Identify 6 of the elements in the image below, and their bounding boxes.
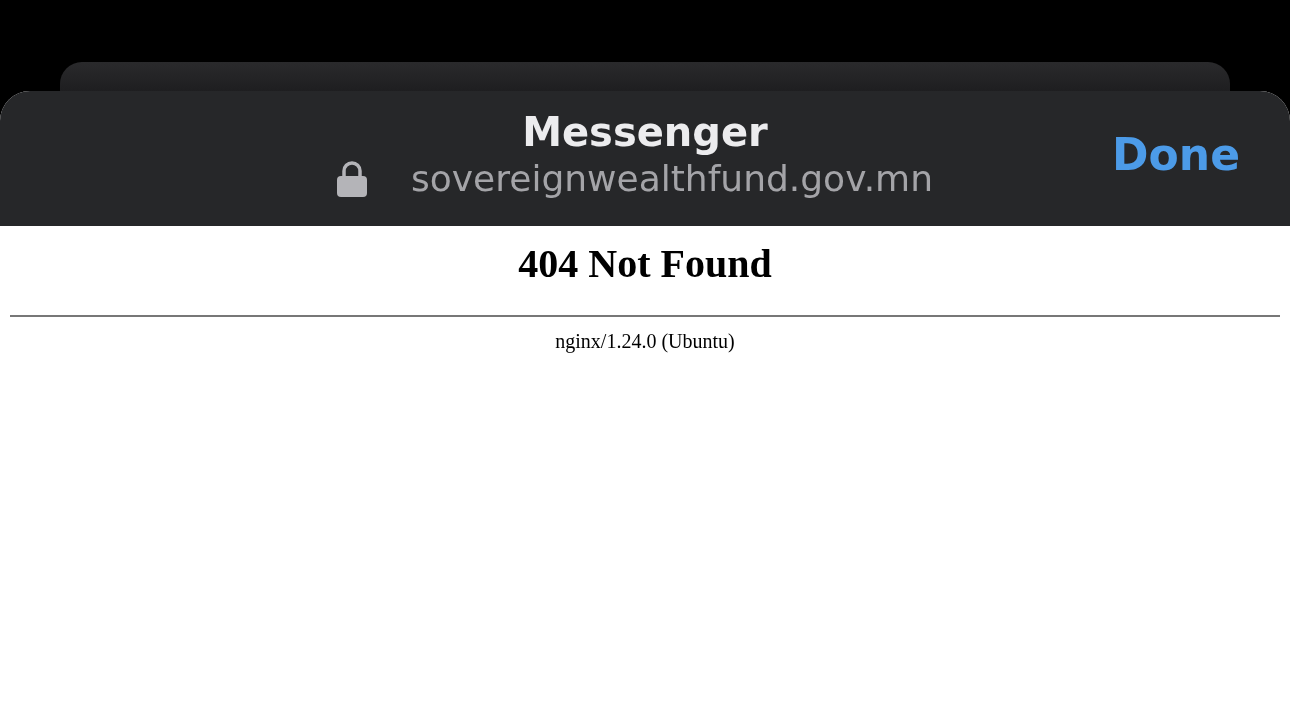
done-button[interactable]: Done — [1112, 129, 1240, 180]
lock-icon — [337, 160, 367, 197]
page-url: sovereignwealthfund.gov.mn — [411, 156, 933, 201]
error-heading: 404 Not Found — [518, 240, 772, 288]
sheet-title: Messenger — [522, 108, 768, 155]
server-info: nginx/1.24.0 (Ubuntu) — [555, 329, 735, 353]
